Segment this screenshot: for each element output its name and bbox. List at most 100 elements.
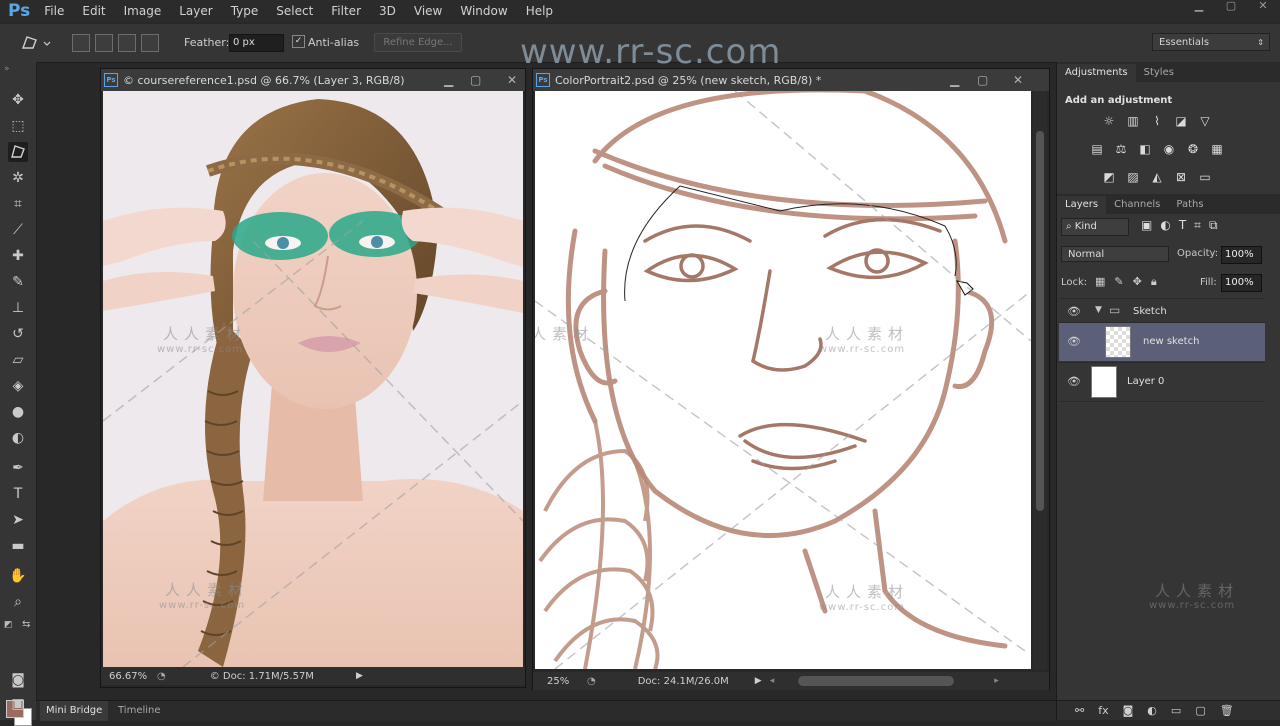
close-icon[interactable]: ✕ (507, 73, 517, 87)
collapse-icon[interactable]: » (4, 64, 10, 74)
play-arrow-icon[interactable]: ▶ (356, 671, 363, 681)
pen-tool-icon[interactable]: ✒ (8, 458, 28, 478)
document-tab-sketch[interactable]: Ps ColorPortrait2.psd @ 25% (new sketch,… (533, 69, 1049, 91)
hand-tool-icon[interactable]: ✋ (8, 566, 28, 586)
threshold-icon[interactable]: ◭ (1149, 170, 1165, 184)
adjustment-filter-icon[interactable]: ◐ (1160, 218, 1170, 233)
document-window-reference[interactable]: Ps © coursereference1.psd @ 66.7% (Layer… (100, 68, 526, 688)
swap-colors-icon[interactable]: ⇆ (22, 619, 30, 630)
path-selection-icon[interactable]: ➤ (8, 510, 28, 530)
selective-color-icon[interactable]: ▭ (1197, 170, 1213, 184)
add-mask-icon[interactable]: ◙ (1123, 704, 1134, 717)
photo-filter-icon[interactable]: ◉ (1161, 142, 1177, 156)
scrollbar-thumb[interactable] (1036, 131, 1044, 511)
sketch-canvas[interactable]: 人人素材 www.rr-sc.com 人人素材 www.rr-sc.com 人人… (535, 91, 1031, 669)
close-icon[interactable]: ✕ (1252, 0, 1274, 12)
menu-view[interactable]: View (414, 4, 442, 18)
curves-icon[interactable]: ⌇ (1149, 114, 1165, 128)
layer-filter-select[interactable]: ⌕ Kind (1061, 218, 1129, 236)
type-filter-icon[interactable]: T (1179, 218, 1186, 233)
dodge-tool-icon[interactable]: ◐ (8, 428, 28, 448)
lasso-tool-icon[interactable] (8, 142, 28, 162)
brightness-icon[interactable]: ☼ (1101, 114, 1117, 128)
maximize-icon[interactable]: ▢ (977, 73, 988, 87)
menu-edit[interactable]: Edit (82, 4, 105, 18)
layer-new-sketch[interactable]: 👁︎ new sketch (1059, 322, 1265, 361)
maximize-icon[interactable]: ▢ (470, 73, 481, 87)
scroll-right-icon[interactable]: ▸ (994, 676, 999, 686)
scroll-left-icon[interactable]: ◂ (770, 676, 775, 686)
screen-mode-icon[interactable]: ▣ (8, 694, 28, 714)
zoom-tool-icon[interactable]: ⌕ (8, 592, 28, 612)
disclosure-triangle-icon[interactable]: ▼ (1095, 305, 1102, 315)
tab-channels[interactable]: Channels (1106, 196, 1168, 214)
menu-type[interactable]: Type (231, 4, 259, 18)
fill-input[interactable]: 100% (1221, 274, 1262, 292)
brush-tool-icon[interactable]: ✎ (8, 272, 28, 292)
refine-edge-button[interactable]: Refine Edge... (374, 33, 462, 52)
rectangle-tool-icon[interactable]: ▬ (8, 536, 28, 556)
new-group-icon[interactable]: ▭ (1171, 704, 1181, 717)
add-selection-icon[interactable] (95, 34, 113, 52)
visibility-eye-icon[interactable]: 👁︎ (1067, 305, 1081, 318)
layer-group-sketch[interactable]: 👁︎ ▼ ▭ Sketch (1059, 298, 1265, 323)
zoom-level[interactable]: 66.67% (109, 671, 149, 682)
document-tab-reference[interactable]: Ps © coursereference1.psd @ 66.7% (Layer… (101, 69, 525, 91)
menu-file[interactable]: File (44, 4, 64, 18)
vertical-scrollbar[interactable] (1033, 91, 1047, 669)
vibrance-icon[interactable]: ▽ (1197, 114, 1213, 128)
link-layers-icon[interactable]: ⚯ (1075, 704, 1084, 717)
maximize-icon[interactable]: ▢ (1220, 0, 1242, 12)
polygonal-lasso-preset-icon[interactable] (20, 34, 52, 52)
horizontal-scrollbar-thumb[interactable] (798, 676, 955, 686)
minimize-icon[interactable]: ▁ (444, 73, 453, 87)
reference-photo-canvas[interactable]: 人人素材 www.rr-sc.com 人人素材 www.rr-sc.com (103, 91, 523, 667)
status-icon[interactable]: ◔ (587, 676, 596, 687)
shape-filter-icon[interactable]: ⌗ (1194, 218, 1201, 233)
new-layer-icon[interactable]: ▢ (1195, 704, 1205, 717)
tab-paths[interactable]: Paths (1168, 196, 1211, 214)
menu-3d[interactable]: 3D (379, 4, 396, 18)
visibility-eye-icon[interactable]: 👁︎ (1067, 335, 1081, 348)
levels-icon[interactable]: ▥ (1125, 114, 1141, 128)
minimize-icon[interactable]: ▁ (950, 73, 959, 87)
healing-brush-icon[interactable]: ✚ (8, 246, 28, 266)
minimize-icon[interactable]: ▁ (1188, 0, 1210, 12)
menu-filter[interactable]: Filter (331, 4, 361, 18)
paint-bucket-icon[interactable]: ◈ (8, 376, 28, 396)
black-white-icon[interactable]: ◧ (1137, 142, 1153, 156)
quick-mask-icon[interactable]: ◙ (8, 670, 28, 690)
pixel-filter-icon[interactable]: ▣ (1141, 218, 1152, 233)
posterize-icon[interactable]: ▨ (1125, 170, 1141, 184)
color-balance-icon[interactable]: ⚖ (1113, 142, 1129, 156)
workspace-select[interactable]: Essentials ⇕ (1152, 33, 1270, 51)
clone-stamp-icon[interactable]: ⊥ (8, 298, 28, 318)
gradient-map-icon[interactable]: ⊠ (1173, 170, 1189, 184)
adjustment-layer-icon[interactable]: ◐ (1147, 704, 1157, 717)
smart-object-filter-icon[interactable]: ⧉ (1209, 218, 1218, 233)
lock-all-icon[interactable]: 🔒︎ (1151, 275, 1157, 289)
lock-pixels-icon[interactable]: ✎ (1114, 275, 1123, 289)
layer-layer-0[interactable]: 👁︎ Layer 0 (1059, 362, 1265, 402)
menu-select[interactable]: Select (276, 4, 313, 18)
menu-layer[interactable]: Layer (179, 4, 212, 18)
eyedropper-icon[interactable]: ⟋ (8, 220, 28, 240)
new-selection-icon[interactable] (72, 34, 90, 52)
tab-mini-bridge[interactable]: Mini Bridge (40, 701, 109, 721)
tab-styles[interactable]: Styles (1136, 64, 1182, 82)
visibility-eye-icon[interactable]: 👁︎ (1067, 375, 1081, 388)
hue-saturation-icon[interactable]: ▤ (1089, 142, 1105, 156)
lock-position-icon[interactable]: ✥ (1133, 275, 1142, 289)
feather-input[interactable]: 0 px (229, 34, 284, 52)
eraser-icon[interactable]: ▱ (8, 350, 28, 370)
subtract-selection-icon[interactable] (118, 34, 136, 52)
antialias-checkbox[interactable]: ✓ (292, 35, 305, 48)
tab-timeline[interactable]: Timeline (112, 701, 167, 721)
document-window-sketch[interactable]: Ps ColorPortrait2.psd @ 25% (new sketch,… (532, 68, 1050, 690)
blend-mode-select[interactable]: Normal (1061, 246, 1169, 262)
marquee-tool-icon[interactable]: ⬚ (8, 116, 28, 136)
tab-adjustments[interactable]: Adjustments (1057, 64, 1136, 82)
close-icon[interactable]: ✕ (1013, 73, 1023, 87)
tab-layers[interactable]: Layers (1057, 196, 1107, 214)
zoom-level[interactable]: 25% (547, 676, 575, 687)
